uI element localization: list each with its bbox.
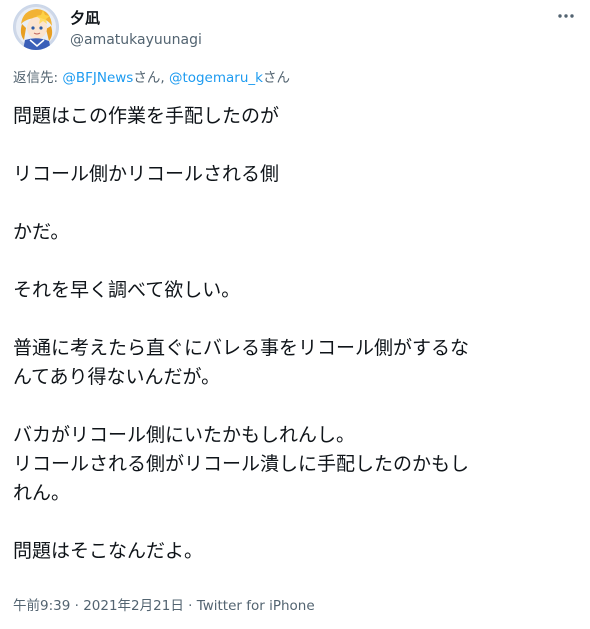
reply-suffix-1: さん, xyxy=(133,70,169,86)
author-name[interactable]: 夕凪 xyxy=(70,8,100,28)
tweet-line: 問題はこの作業を手配したのが xyxy=(13,105,280,127)
reply-prefix: 返信先: xyxy=(13,70,63,86)
tweet-line: リコール側かリコールされる側 xyxy=(13,163,280,185)
reply-suffix-2: さん xyxy=(262,70,290,86)
tweet-line: バカがリコール側にいたかもしれんし。 xyxy=(13,424,356,446)
tweet-line: んてあり得ないんだが。 xyxy=(13,366,221,388)
mention-link-togemaru[interactable]: @togemaru_k xyxy=(169,70,263,86)
tweet-line: かだ。 xyxy=(13,221,70,243)
reply-context: 返信先: @BFJNewsさん, @togemaru_kさん xyxy=(13,68,290,88)
tweet-time: 午前9:39 xyxy=(13,598,71,614)
tweet-date: 2021年2月21日 xyxy=(83,598,184,614)
more-button[interactable] xyxy=(556,6,576,26)
tweet-meta: 午前9:39 · 2021年2月21日 · Twitter for iPhone xyxy=(13,596,315,616)
avatar-image xyxy=(13,4,59,50)
tweet: 夕凪 @amatukayuunagi 返信先: @BFJNewsさん, @tog… xyxy=(0,0,590,629)
more-icon xyxy=(558,14,574,18)
avatar[interactable] xyxy=(13,4,59,50)
tweet-text: 問題はこの作業を手配したのが リコール側かリコールされる側 かだ。 それを早く調… xyxy=(13,102,578,566)
tweet-line: 問題はそこなんだよ。 xyxy=(13,540,204,562)
timestamp-link[interactable]: 午前9:39 · 2021年2月21日 xyxy=(13,598,184,614)
tweet-line: リコールされる側がリコール潰しに手配したのかもし xyxy=(13,453,470,475)
mention-link-bfjnews[interactable]: @BFJNews xyxy=(62,70,133,86)
tweet-line: れん。 xyxy=(13,482,71,504)
source-link[interactable]: Twitter for iPhone xyxy=(197,598,315,614)
author-handle[interactable]: @amatukayuunagi xyxy=(70,31,202,49)
meta-separator: · xyxy=(70,598,84,614)
meta-separator: · xyxy=(183,598,197,614)
tweet-line: 普通に考えたら直ぐにバレる事をリコール側がするな xyxy=(13,337,470,359)
tweet-line: それを早く調べて欲しい。 xyxy=(13,279,241,301)
